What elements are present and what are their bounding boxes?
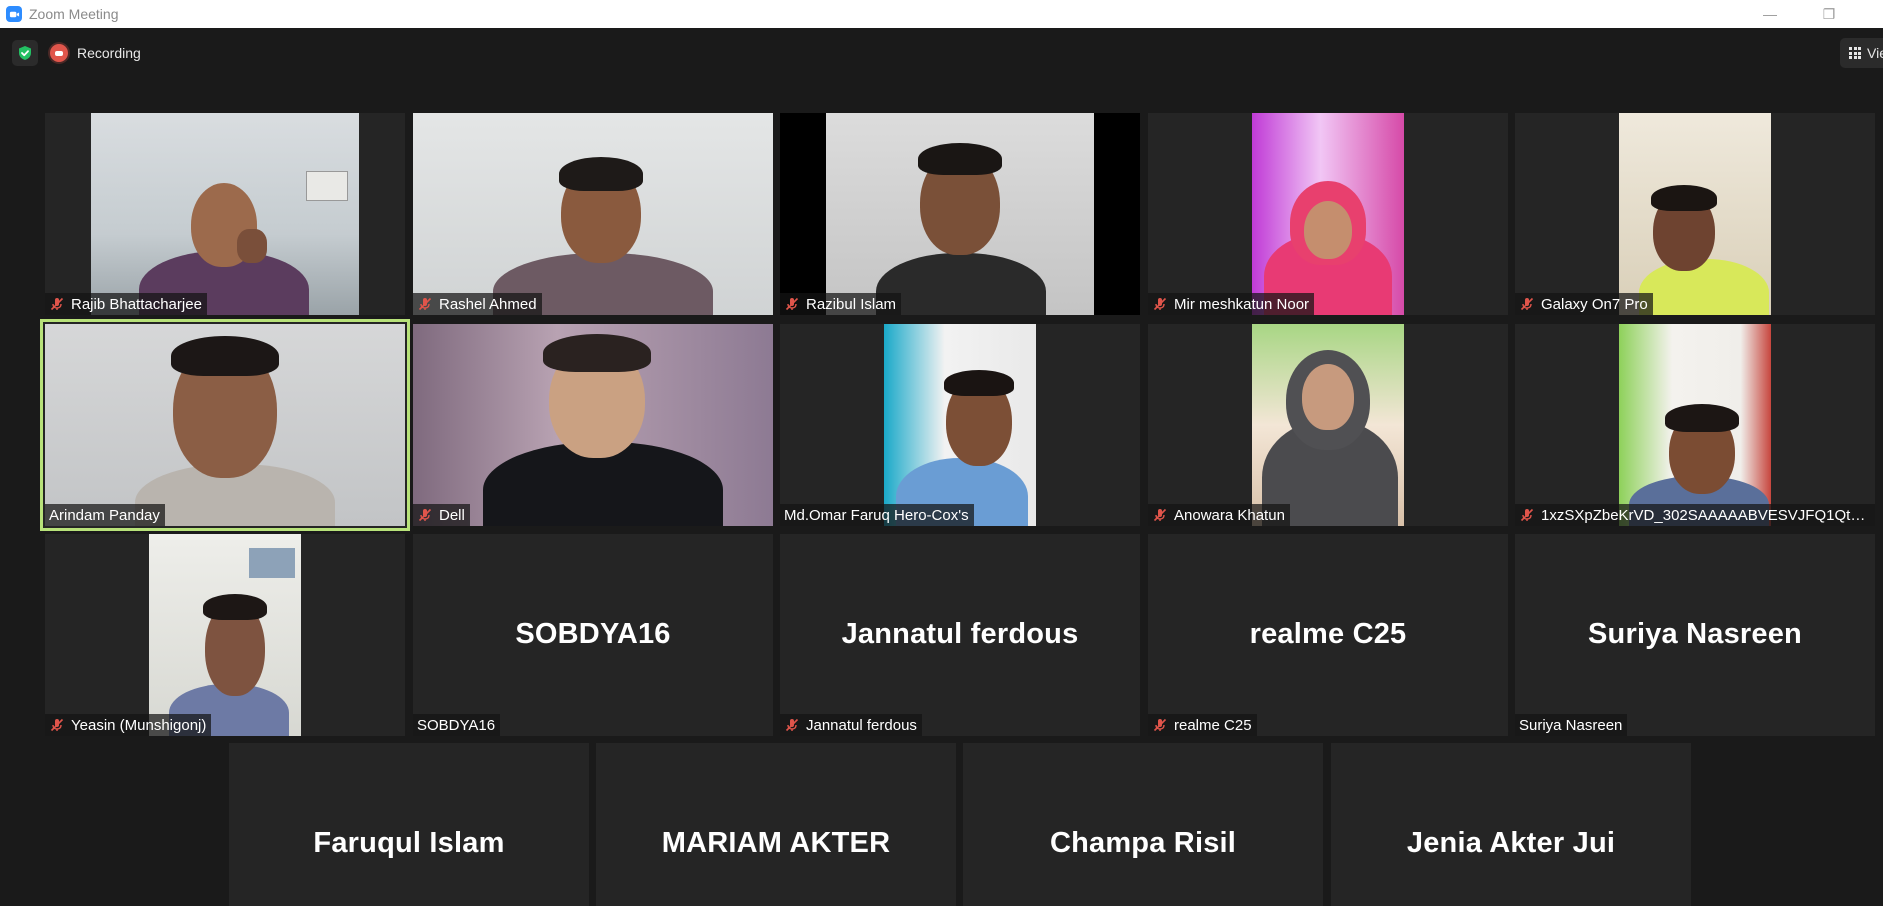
muted-mic-icon xyxy=(418,297,432,311)
participant-tile[interactable]: Yeasin (Munshigonj) xyxy=(45,534,405,736)
participant-tile[interactable]: Dell xyxy=(413,324,773,526)
participant-display-name: Jannatul ferdous xyxy=(841,618,1079,650)
participant-nametag: Mir meshkatun Noor xyxy=(1148,293,1315,315)
zoom-app-icon xyxy=(6,6,22,22)
participant-name: Mir meshkatun Noor xyxy=(1174,295,1310,313)
muted-mic-icon xyxy=(1153,508,1167,522)
participant-name: Jannatul ferdous xyxy=(806,716,917,734)
participant-name: SOBDYA16 xyxy=(417,716,496,734)
participant-tile[interactable]: Rajib Bhattacharjee xyxy=(45,113,405,315)
participant-nametag: Rajib Bhattacharjee xyxy=(45,293,207,315)
muted-mic-icon xyxy=(1153,718,1167,732)
window-titlebar: Zoom Meeting — ❐ xyxy=(0,0,1883,28)
participant-tile[interactable]: Jenia Akter Jui xyxy=(1331,743,1691,906)
participant-tile[interactable]: Md.Omar Faruq Hero-Cox's xyxy=(780,324,1140,526)
muted-mic-icon xyxy=(785,718,799,732)
participant-display-name: Jenia Akter Jui xyxy=(1406,827,1616,859)
participant-video xyxy=(45,324,405,526)
shield-check-icon xyxy=(19,46,31,60)
participant-display-name: realme C25 xyxy=(1249,618,1407,650)
participant-tile[interactable]: Galaxy On7 Pro xyxy=(1515,113,1875,315)
participant-nametag: Anowara Khatun xyxy=(1148,504,1290,526)
recording-label: Recording xyxy=(77,45,141,61)
participant-name: Anowara Khatun xyxy=(1174,506,1285,524)
meeting-area: Recording View Rajib Bhattacharjee xyxy=(0,28,1883,906)
participant-video xyxy=(826,113,1094,315)
muted-mic-icon xyxy=(1520,297,1534,311)
participant-video xyxy=(1619,113,1771,315)
participant-tile-active-speaker[interactable]: Arindam Panday xyxy=(40,319,410,531)
participant-name: Rashel Ahmed xyxy=(439,295,537,313)
participant-video xyxy=(884,324,1036,526)
participant-nametag: Suriya Nasreen xyxy=(1515,714,1628,736)
gallery-grid-icon xyxy=(1849,47,1861,59)
participant-display-name: MARIAM AKTER xyxy=(661,827,891,859)
participant-name: Arindam Panday xyxy=(49,506,160,524)
participant-nametag: 1xzSXpZbeKrVD_302SAAAAABVESVJFQ1QtT... xyxy=(1515,504,1875,526)
participant-tile[interactable]: MARIAM AKTER xyxy=(596,743,956,906)
participant-name: Galaxy On7 Pro xyxy=(1541,295,1648,313)
minimize-button[interactable]: — xyxy=(1747,0,1793,28)
participant-name: Yeasin (Munshigonj) xyxy=(71,716,207,734)
participant-tile[interactable]: Champa Risil xyxy=(963,743,1323,906)
participant-nametag: realme C25 xyxy=(1148,714,1257,736)
participant-video xyxy=(1252,113,1404,315)
participant-tile[interactable]: Anowara Khatun xyxy=(1148,324,1508,526)
participant-display-name: SOBDYA16 xyxy=(515,618,671,650)
minimize-icon: — xyxy=(1763,6,1777,22)
participant-tile[interactable]: SOBDYA16 SOBDYA16 xyxy=(413,534,773,736)
participant-video xyxy=(149,534,301,736)
recording-icon xyxy=(50,44,68,62)
participant-nametag: Rashel Ahmed xyxy=(413,293,542,315)
participant-name: 1xzSXpZbeKrVD_302SAAAAABVESVJFQ1QtT... xyxy=(1541,506,1870,524)
muted-mic-icon xyxy=(785,297,799,311)
recording-indicator[interactable]: Recording xyxy=(50,40,141,66)
view-label: View xyxy=(1867,45,1883,61)
participant-tile[interactable]: realme C25 realme C25 xyxy=(1148,534,1508,736)
participant-nametag: Yeasin (Munshigonj) xyxy=(45,714,212,736)
participant-tile[interactable]: Jannatul ferdous Jannatul ferdous xyxy=(780,534,1140,736)
restore-button[interactable]: ❐ xyxy=(1806,0,1852,28)
participant-tile[interactable]: Mir meshkatun Noor xyxy=(1148,113,1508,315)
encryption-shield-button[interactable] xyxy=(12,40,38,66)
muted-mic-icon xyxy=(50,718,64,732)
participant-display-name: Faruqul Islam xyxy=(313,827,505,859)
participant-name: realme C25 xyxy=(1174,716,1252,734)
participant-video xyxy=(91,113,359,315)
participant-tile[interactable]: Suriya Nasreen Suriya Nasreen xyxy=(1515,534,1875,736)
participant-display-name: Suriya Nasreen xyxy=(1588,618,1802,650)
participant-name: Md.Omar Faruq Hero-Cox's xyxy=(784,506,969,524)
participant-tile[interactable]: 1xzSXpZbeKrVD_302SAAAAABVESVJFQ1QtT... xyxy=(1515,324,1875,526)
participant-name: Razibul Islam xyxy=(806,295,897,313)
muted-mic-icon xyxy=(418,508,432,522)
participant-nametag: Dell xyxy=(413,504,470,526)
participant-video xyxy=(1252,324,1404,526)
participant-nametag: SOBDYA16 xyxy=(413,714,501,736)
participant-video xyxy=(413,113,773,315)
participant-display-name: Champa Risil xyxy=(1049,827,1237,859)
window-title: Zoom Meeting xyxy=(29,6,119,22)
participant-nametag: Jannatul ferdous xyxy=(780,714,922,736)
participant-name: Rajib Bhattacharjee xyxy=(71,295,202,313)
participant-tile[interactable]: Faruqul Islam xyxy=(229,743,589,906)
participant-nametag: Md.Omar Faruq Hero-Cox's xyxy=(780,504,974,526)
muted-mic-icon xyxy=(50,297,64,311)
participant-name: Dell xyxy=(439,506,465,524)
participant-nametag: Razibul Islam xyxy=(780,293,902,315)
muted-mic-icon xyxy=(1520,508,1534,522)
muted-mic-icon xyxy=(1153,297,1167,311)
participant-video xyxy=(413,324,773,526)
view-button[interactable]: View xyxy=(1840,38,1883,68)
participant-nametag: Arindam Panday xyxy=(45,504,165,526)
participant-video xyxy=(1619,324,1771,526)
restore-icon: ❐ xyxy=(1822,5,1836,22)
participant-tile[interactable]: Razibul Islam xyxy=(780,113,1140,315)
participant-nametag: Galaxy On7 Pro xyxy=(1515,293,1653,315)
participant-name: Suriya Nasreen xyxy=(1519,716,1623,734)
participant-tile[interactable]: Rashel Ahmed xyxy=(413,113,773,315)
